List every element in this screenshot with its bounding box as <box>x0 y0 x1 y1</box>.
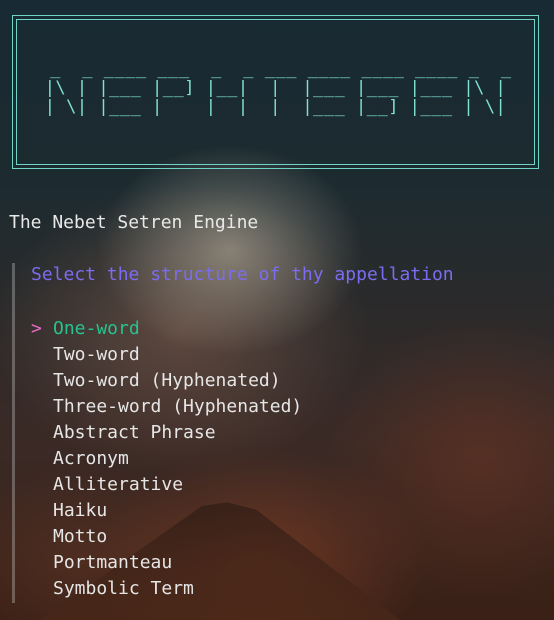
option-item[interactable]: Haiku <box>31 498 302 524</box>
option-item[interactable]: Two-word (Hyphenated) <box>31 368 302 394</box>
title-banner: _ _ ____ ___ _ _ ___ ____ ____ ____ _ _ … <box>12 15 539 169</box>
option-item[interactable]: Acronym <box>31 446 302 472</box>
prompt-question: Select the structure of thy appellation <box>31 264 454 285</box>
option-label: Acronym <box>53 448 129 469</box>
option-item[interactable]: > One-word <box>31 316 302 342</box>
app-title: The Nebet Setren Engine <box>9 212 259 233</box>
options-list: > One-word Two-word Two-word (Hyphenated) Th… <box>31 316 302 602</box>
option-item[interactable]: Three-word (Hyphenated) <box>31 394 302 420</box>
option-label: One-word <box>53 318 140 339</box>
selection-cursor: > <box>31 318 42 339</box>
option-label: Haiku <box>53 500 108 521</box>
option-label: Alliterative <box>53 474 184 495</box>
option-label: Portmanteau <box>53 552 173 573</box>
option-label: Three-word (Hyphenated) <box>53 396 303 417</box>
option-item[interactable]: Two-word <box>31 342 302 368</box>
option-label: Abstract Phrase <box>53 422 216 443</box>
prompt-gutter <box>12 263 15 603</box>
ascii-logo: _ _ ____ ___ _ _ ___ ____ ____ ____ _ _ … <box>44 59 512 117</box>
option-item[interactable]: Abstract Phrase <box>31 420 302 446</box>
option-item[interactable]: Symbolic Term <box>31 576 302 602</box>
option-label: Two-word (Hyphenated) <box>53 370 281 391</box>
option-label: Motto <box>53 526 108 547</box>
option-label: Symbolic Term <box>53 578 194 599</box>
option-item[interactable]: Alliterative <box>31 472 302 498</box>
option-label: Two-word <box>53 344 140 365</box>
option-item[interactable]: Motto <box>31 524 302 550</box>
option-item[interactable]: Portmanteau <box>31 550 302 576</box>
